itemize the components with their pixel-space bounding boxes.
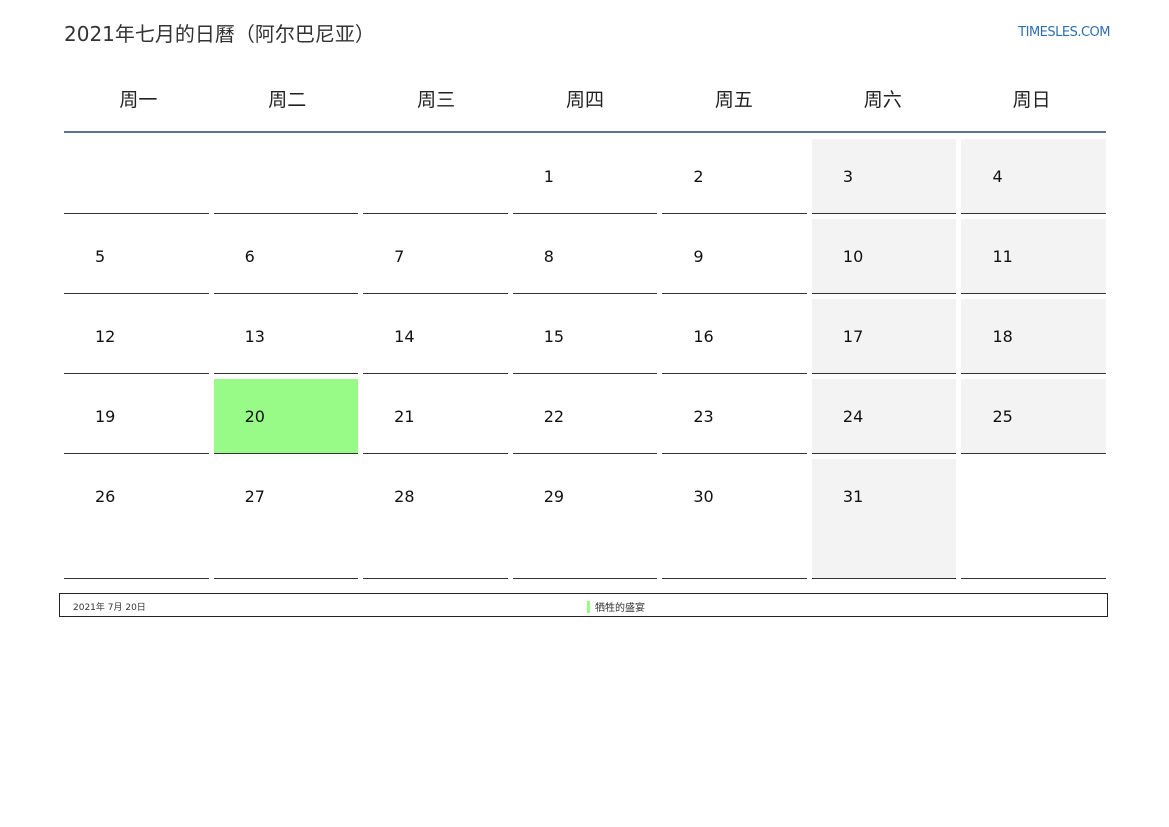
day-number: 8 (543, 247, 554, 266)
day-number: 14 (394, 327, 415, 346)
day-cell[interactable]: 29 (512, 459, 658, 579)
weekday-thu: 周四 (566, 89, 605, 111)
weekday-sun: 周日 (1012, 89, 1051, 111)
day-number: 24 (842, 407, 864, 426)
day-cell[interactable]: 7 (363, 219, 508, 294)
day-number: 4 (992, 167, 1003, 186)
day-cell[interactable]: 13 (213, 299, 359, 374)
day-cell[interactable]: 4 (961, 139, 1107, 214)
day-cell[interactable]: 24 (811, 379, 957, 454)
day-number: 28 (394, 487, 415, 506)
day-cell[interactable]: 11 (961, 219, 1107, 294)
calendar-grid: 1 2 3 4 5 6 7 8 9 10 11 12 13 14 15 16 17 18 19 20 21 22 23 24 2… (64, 139, 1107, 579)
footer-date: 2021年 7月 20日 (73, 603, 146, 613)
weekday-header: 周一 周二 周三 周四 周五 周六 周日 (64, 80, 1106, 120)
day-cell[interactable]: 27 (213, 459, 359, 579)
empty-day-cell (213, 139, 359, 214)
day-number: 20 (244, 407, 265, 426)
site-link[interactable]: TIMESLES.COM (1018, 25, 1110, 40)
weekday-fri: 周五 (714, 89, 753, 111)
legend-label: 牺牲的盛宴 (595, 603, 645, 614)
day-number: 23 (693, 407, 714, 426)
day-cell[interactable]: 28 (363, 459, 508, 579)
day-number: 21 (394, 407, 415, 426)
empty-day-cell (64, 139, 209, 214)
day-number: 27 (244, 487, 265, 506)
day-number: 10 (842, 247, 864, 266)
day-number: 1 (543, 167, 554, 186)
day-cell[interactable]: 16 (662, 299, 807, 374)
day-number: 26 (95, 487, 116, 506)
day-cell[interactable]: 21 (363, 379, 508, 454)
day-cell[interactable]: 15 (512, 299, 658, 374)
day-cell[interactable]: 12 (64, 299, 209, 374)
day-cell[interactable]: 3 (811, 139, 957, 214)
day-number: 25 (992, 407, 1013, 426)
day-number: 7 (394, 247, 405, 266)
weekday-sat: 周六 (863, 89, 902, 111)
calendar-week: 1 2 3 4 (64, 139, 1107, 214)
day-cell[interactable]: 6 (213, 219, 359, 294)
day-cell[interactable]: 20 (213, 379, 359, 454)
legend-swatch (587, 600, 590, 613)
weekday-tue: 周二 (268, 89, 307, 111)
calendar-week: 19 20 21 22 23 24 25 (64, 379, 1107, 454)
day-cell[interactable]: 23 (662, 379, 807, 454)
day-number: 12 (95, 327, 116, 346)
day-cell[interactable]: 30 (662, 459, 807, 579)
day-cell[interactable]: 31 (811, 459, 957, 579)
calendar-week: 12 13 14 15 16 17 18 (64, 299, 1107, 374)
day-number: 6 (244, 247, 255, 266)
day-number: 16 (693, 327, 714, 346)
day-number: 19 (95, 407, 116, 426)
page-title: 2021年七月的日曆（阿尔巴尼亚） (64, 22, 375, 46)
day-number: 22 (543, 407, 565, 426)
day-number: 2 (693, 167, 704, 186)
weekday-mon: 周一 (119, 89, 158, 111)
day-number: 17 (842, 327, 864, 346)
calendar-week: 26 27 28 29 30 31 (64, 459, 1107, 579)
header-divider (64, 131, 1106, 133)
weekday-wed: 周三 (417, 89, 456, 111)
day-number: 3 (842, 167, 854, 186)
day-number: 15 (543, 327, 565, 346)
day-number: 29 (543, 487, 565, 506)
day-cell[interactable]: 10 (811, 219, 957, 294)
day-cell[interactable]: 17 (811, 299, 957, 374)
day-cell[interactable]: 25 (961, 379, 1107, 454)
day-cell[interactable]: 5 (64, 219, 209, 294)
day-cell[interactable]: 8 (512, 219, 658, 294)
day-number: 18 (992, 327, 1013, 346)
day-cell[interactable]: 26 (64, 459, 209, 579)
day-number: 5 (95, 247, 106, 266)
footer-legend: 牺牲的盛宴 (587, 599, 645, 614)
calendar-week: 5 6 7 8 9 10 11 (64, 219, 1107, 294)
footer-box: 2021年 7月 20日 牺牲的盛宴 (59, 593, 1108, 617)
empty-day-cell (961, 459, 1107, 579)
day-number: 9 (693, 247, 704, 266)
day-cell[interactable]: 22 (512, 379, 658, 454)
day-number: 11 (992, 247, 1013, 266)
day-cell[interactable]: 9 (662, 219, 807, 294)
day-cell[interactable]: 19 (64, 379, 209, 454)
day-cell[interactable]: 18 (961, 299, 1107, 374)
day-cell[interactable]: 2 (662, 139, 807, 214)
day-number: 13 (244, 327, 265, 346)
day-cell[interactable]: 14 (363, 299, 508, 374)
day-number: 30 (693, 487, 714, 506)
empty-day-cell (363, 139, 508, 214)
day-number: 31 (842, 487, 864, 506)
day-cell[interactable]: 1 (512, 139, 658, 214)
